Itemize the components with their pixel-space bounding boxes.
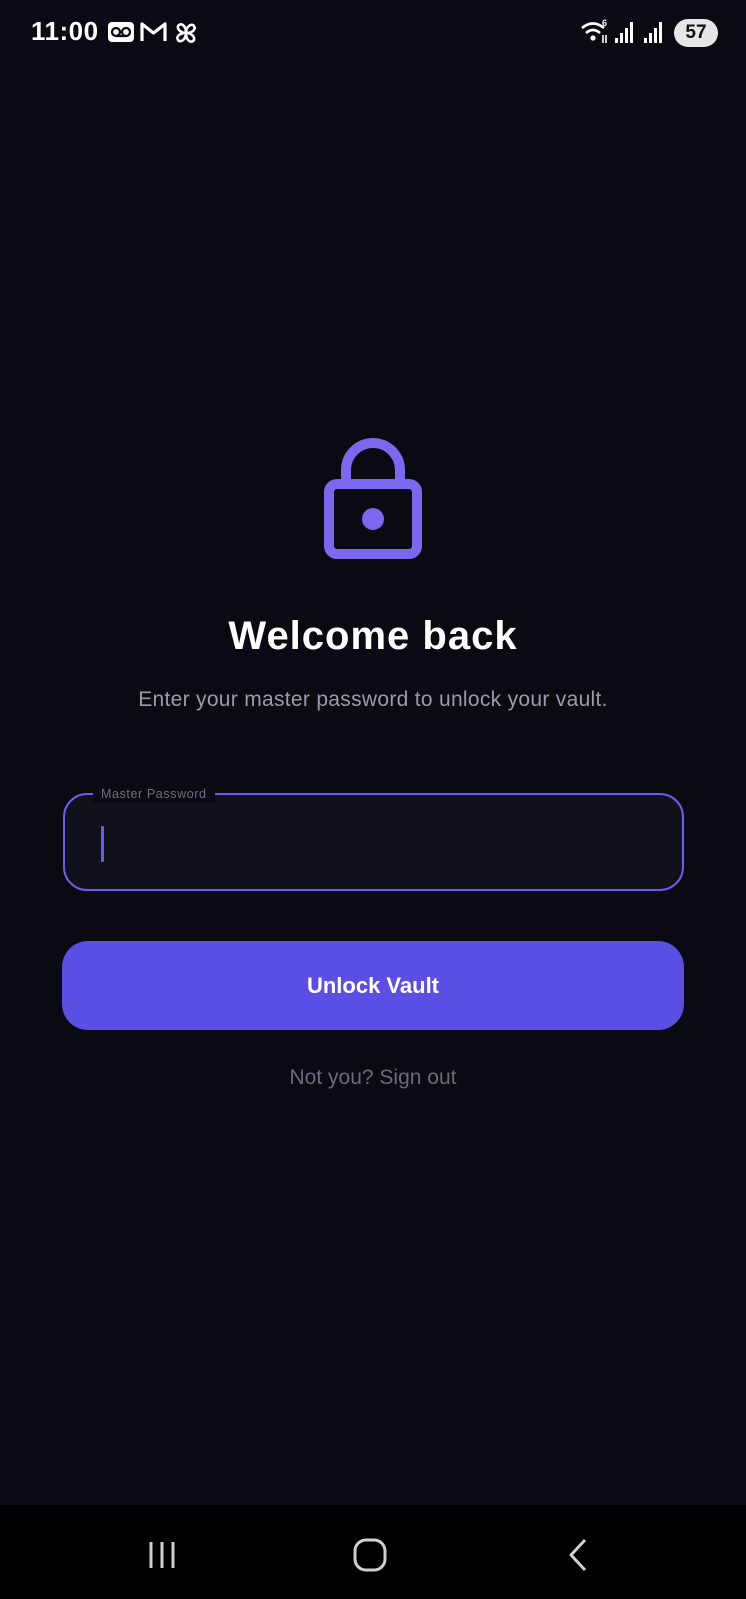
- back-icon[interactable]: [548, 1533, 608, 1577]
- battery-level: 57: [685, 22, 707, 43]
- signal-icon: [643, 20, 665, 49]
- wifi-icon: 6: [580, 18, 610, 51]
- lock-icon: [324, 436, 422, 562]
- pinwheel-icon: [173, 20, 199, 51]
- status-time: 11:00: [31, 16, 99, 46]
- recent-apps-icon[interactable]: [132, 1533, 192, 1577]
- sign-out-link[interactable]: Not you? Sign out: [0, 1066, 746, 1090]
- master-password-field[interactable]: Master Password: [63, 785, 684, 891]
- page-title: Welcome back: [228, 614, 518, 658]
- navigation-bar: [0, 1505, 746, 1599]
- voicemail-icon: [108, 20, 134, 49]
- svg-text:6: 6: [602, 18, 607, 28]
- unlock-vault-button[interactable]: Unlock Vault: [62, 941, 684, 1030]
- page-subtitle: Enter your master password to unlock you…: [138, 688, 608, 711]
- gmail-icon: [140, 20, 167, 49]
- battery-indicator: 57: [674, 19, 718, 47]
- master-password-label: Master Password: [93, 785, 215, 803]
- master-password-input[interactable]: [95, 817, 655, 867]
- home-icon[interactable]: [340, 1533, 400, 1577]
- signal-icon: [614, 20, 636, 49]
- status-bar: 11:00 6 57: [0, 0, 746, 66]
- unlock-screen: 11:00 6 57 Welcome back Enter your maste…: [0, 0, 746, 1599]
